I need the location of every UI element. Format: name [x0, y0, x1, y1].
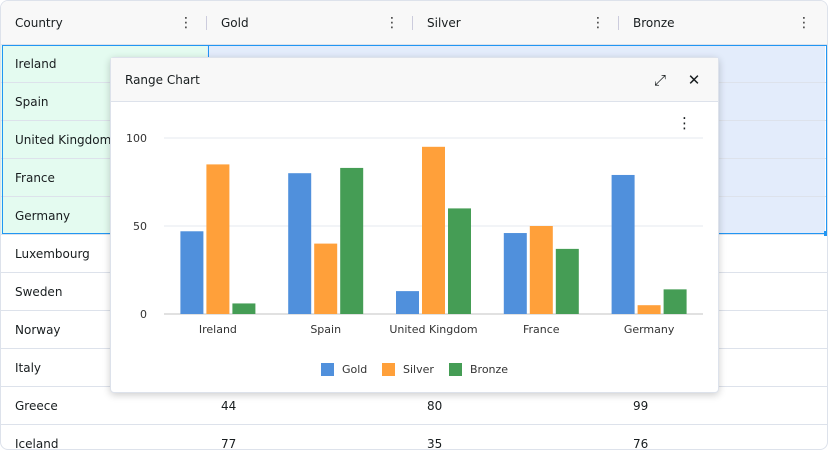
cell-country[interactable]: Iceland	[1, 425, 207, 450]
y-tick-label: 0	[140, 308, 147, 321]
legend-swatch	[449, 363, 462, 376]
y-tick-label: 50	[133, 220, 147, 233]
legend-swatch	[321, 363, 334, 376]
header-bronze[interactable]: Bronze ⋮	[619, 1, 825, 44]
bar-bronze	[448, 208, 471, 314]
x-tick-label: United Kingdom	[389, 323, 477, 336]
column-menu-icon[interactable]: ⋮	[179, 15, 193, 31]
dialog-title: Range Chart	[125, 72, 200, 87]
header-silver[interactable]: Silver ⋮	[413, 1, 619, 44]
bar-chart: 0 50 100 Ireland Spain United Kingdom France Ge…	[126, 132, 703, 376]
bar-gold	[611, 174, 635, 314]
table-row[interactable]: Iceland 77 35 76	[1, 425, 827, 450]
expand-icon[interactable]: ⤢	[650, 71, 670, 89]
column-menu-icon[interactable]: ⋮	[385, 15, 399, 31]
bar-silver	[529, 226, 553, 314]
bar-silver	[206, 164, 230, 314]
bar-silver	[637, 305, 661, 314]
header-gold[interactable]: Gold ⋮	[207, 1, 413, 44]
bar-gold	[180, 231, 204, 314]
legend-label: Bronze	[470, 363, 508, 376]
header-label: Bronze	[633, 15, 675, 30]
bar-silver	[314, 243, 338, 314]
cell-bronze[interactable]: 76	[619, 425, 825, 450]
column-menu-icon[interactable]: ⋮	[797, 15, 811, 31]
bar-bronze	[663, 289, 687, 314]
dialog-header[interactable]: Range Chart ⤢ ✕	[111, 58, 718, 102]
bar-silver	[422, 146, 445, 314]
bar-bronze	[555, 248, 579, 314]
bar-gold	[288, 173, 312, 314]
header-label: Gold	[221, 15, 249, 30]
x-tick-label: Spain	[310, 323, 341, 336]
close-icon[interactable]: ✕	[684, 71, 704, 89]
header-label: Silver	[427, 15, 461, 30]
x-tick-label: Ireland	[199, 323, 237, 336]
cell-gold[interactable]: 77	[207, 425, 413, 450]
column-menu-icon[interactable]: ⋮	[591, 15, 605, 31]
bar-bronze	[340, 167, 364, 314]
cell-silver[interactable]: 35	[413, 425, 619, 450]
legend-label: Silver	[403, 363, 434, 376]
bar-gold	[396, 291, 419, 314]
range-chart-dialog: Range Chart ⤢ ✕ ⋮ 0 50 100 Ireland Spain Unit…	[110, 57, 719, 393]
bar-bronze	[232, 303, 256, 314]
legend-swatch	[382, 363, 395, 376]
legend-label: Gold	[342, 363, 367, 376]
bar-gold	[503, 233, 527, 314]
grid-header: Country ⋮ Gold ⋮ Silver ⋮ Bronze ⋮	[1, 1, 827, 45]
x-tick-label: France	[523, 323, 560, 336]
x-tick-label: Germany	[624, 323, 675, 336]
y-tick-label: 100	[126, 132, 147, 145]
header-country[interactable]: Country ⋮	[1, 1, 207, 44]
header-label: Country	[15, 15, 63, 30]
